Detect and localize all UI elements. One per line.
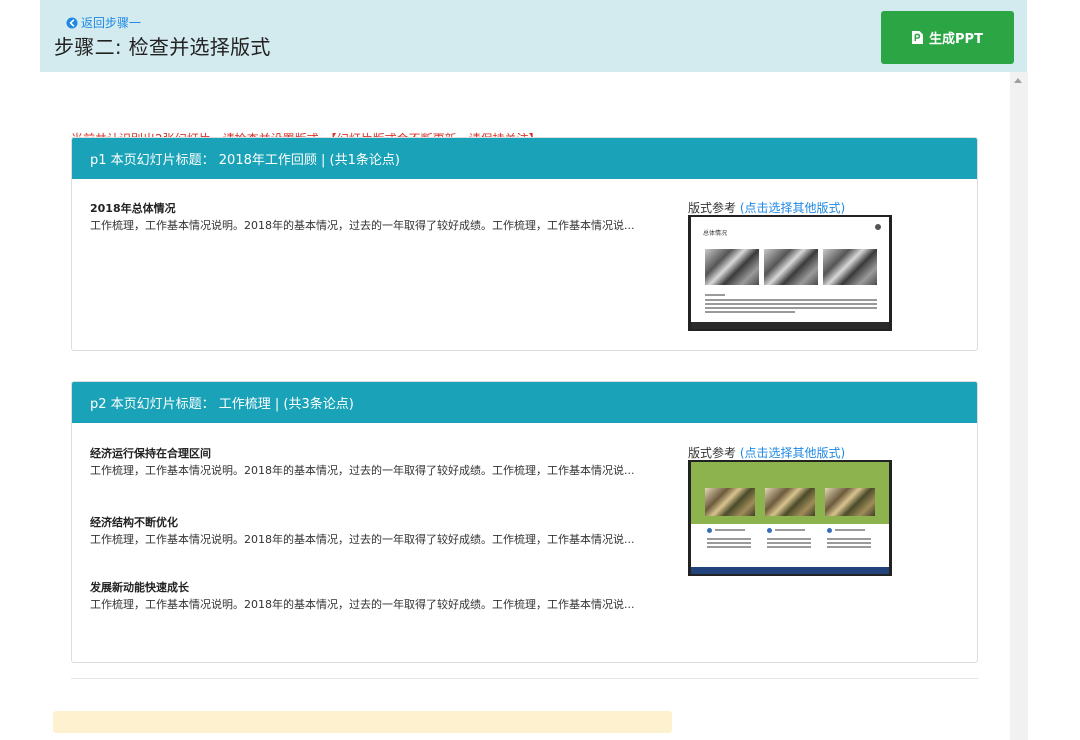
back-to-step-one-link[interactable]: 返回步骤一 [66, 14, 141, 31]
thumbnail-text-line [707, 546, 751, 548]
back-link-label: 返回步骤一 [81, 16, 142, 30]
thumbnail-text-line [705, 307, 877, 309]
thumbnail-text-line [827, 538, 871, 540]
vertical-scrollbar[interactable] [1010, 72, 1028, 740]
thumbnail-text-line [707, 538, 751, 540]
argument-body: 工作梳理，工作基本情况说明。2018年的基本情况，过去的一年取得了较好成绩。工作… [90, 464, 635, 477]
slide-card-p1: p1 本页幻灯片标题： 2018年工作回顾 | (共1条论点) 2018年总体情… [71, 137, 978, 351]
generate-ppt-button[interactable]: 生成PPT [881, 11, 1014, 64]
argument-body: 工作梳理，工作基本情况说明。2018年的基本情况，过去的一年取得了较好成绩。工作… [90, 219, 635, 232]
argument-title: 发展新动能快速成长 [90, 581, 189, 594]
argument-title: 2018年总体情况 [90, 202, 176, 215]
slide-card-header: p2 本页幻灯片标题： 工作梳理 | (共3条论点) [72, 382, 977, 423]
thumbnail-title: 总体情况 [703, 230, 728, 237]
layout-thumbnail-preview: 总体情况 [691, 217, 889, 329]
argument-body: 工作梳理，工作基本情况说明。2018年的基本情况，过去的一年取得了较好成绩。工作… [90, 533, 635, 546]
thumbnail-text-line [835, 529, 865, 531]
ppt-file-icon [912, 31, 924, 44]
thumbnail-photo [825, 488, 875, 516]
thumbnail-bullet-icon [767, 528, 772, 533]
thumbnail-photo [765, 488, 815, 516]
thumbnail-text-line [705, 299, 877, 301]
thumbnail-text-line [767, 538, 811, 540]
page-title: 步骤二: 检查并选择版式 [54, 35, 271, 59]
thumbnail-text-line [775, 529, 805, 531]
thumbnail-text-line [715, 529, 745, 531]
thumbnail-footer [691, 322, 889, 329]
argument-body: 工作梳理，工作基本情况说明。2018年的基本情况，过去的一年取得了较好成绩。工作… [90, 598, 635, 611]
thumbnail-photo [823, 249, 877, 285]
choose-other-layout-link[interactable]: (点击选择其他版式) [740, 446, 845, 460]
layout-reference-label: 版式参考 [688, 446, 737, 460]
thumbnail-photo [764, 249, 818, 285]
argument-point: 发展新动能快速成长 工作梳理，工作基本情况说明。2018年的基本情况，过去的一年… [90, 579, 655, 613]
layout-thumbnail-p1[interactable]: 总体情况 [688, 215, 892, 331]
scroll-up-arrow-icon[interactable] [1014, 78, 1022, 83]
slide-card-p2: p2 本页幻灯片标题： 工作梳理 | (共3条论点) 经济运行保持在合理区间 工… [71, 381, 978, 663]
thumbnail-text-line [767, 546, 811, 548]
thumbnail-text-line [707, 542, 751, 544]
argument-title: 经济结构不断优化 [90, 516, 178, 529]
circle-arrow-left-icon [66, 17, 78, 28]
thumbnail-text-line [705, 303, 877, 305]
layout-thumbnail-p2[interactable] [688, 460, 892, 576]
thumbnail-text-line [705, 294, 725, 296]
thumbnail-photo [705, 249, 759, 285]
thumbnail-photo [705, 488, 755, 516]
page: 返回步骤一 步骤二: 检查并选择版式 生成PPT 当前共计识别出2张幻灯片。请检… [0, 0, 1080, 740]
gear-icon [875, 224, 881, 230]
argument-title: 经济运行保持在合理区间 [90, 447, 211, 460]
thumbnail-bullet-icon [827, 528, 832, 533]
generate-ppt-label: 生成PPT [929, 32, 983, 47]
section-divider [71, 678, 978, 679]
layout-reference: 版式参考 (点击选择其他版式) [688, 444, 845, 461]
argument-point: 经济运行保持在合理区间 工作梳理，工作基本情况说明。2018年的基本情况，过去的… [90, 445, 655, 479]
choose-other-layout-link[interactable]: (点击选择其他版式) [740, 201, 845, 215]
thumbnail-text-line [827, 546, 871, 548]
argument-point: 经济结构不断优化 工作梳理，工作基本情况说明。2018年的基本情况，过去的一年取… [90, 514, 655, 548]
slide-card-header: p1 本页幻灯片标题： 2018年工作回顾 | (共1条论点) [72, 138, 977, 179]
argument-point: 2018年总体情况 工作梳理，工作基本情况说明。2018年的基本情况，过去的一年… [90, 200, 655, 234]
thumbnail-text-line [767, 542, 811, 544]
thumbnail-footer [691, 567, 889, 574]
thumbnail-text-line [705, 311, 795, 313]
page-header: 返回步骤一 步骤二: 检查并选择版式 生成PPT [40, 0, 1027, 72]
thumbnail-text-line [827, 542, 871, 544]
layout-reference-label: 版式参考 [688, 201, 737, 215]
layout-thumbnail-preview [691, 462, 889, 574]
thumbnail-bullet-icon [707, 528, 712, 533]
info-banner [53, 711, 672, 733]
layout-reference: 版式参考 (点击选择其他版式) [688, 199, 845, 216]
